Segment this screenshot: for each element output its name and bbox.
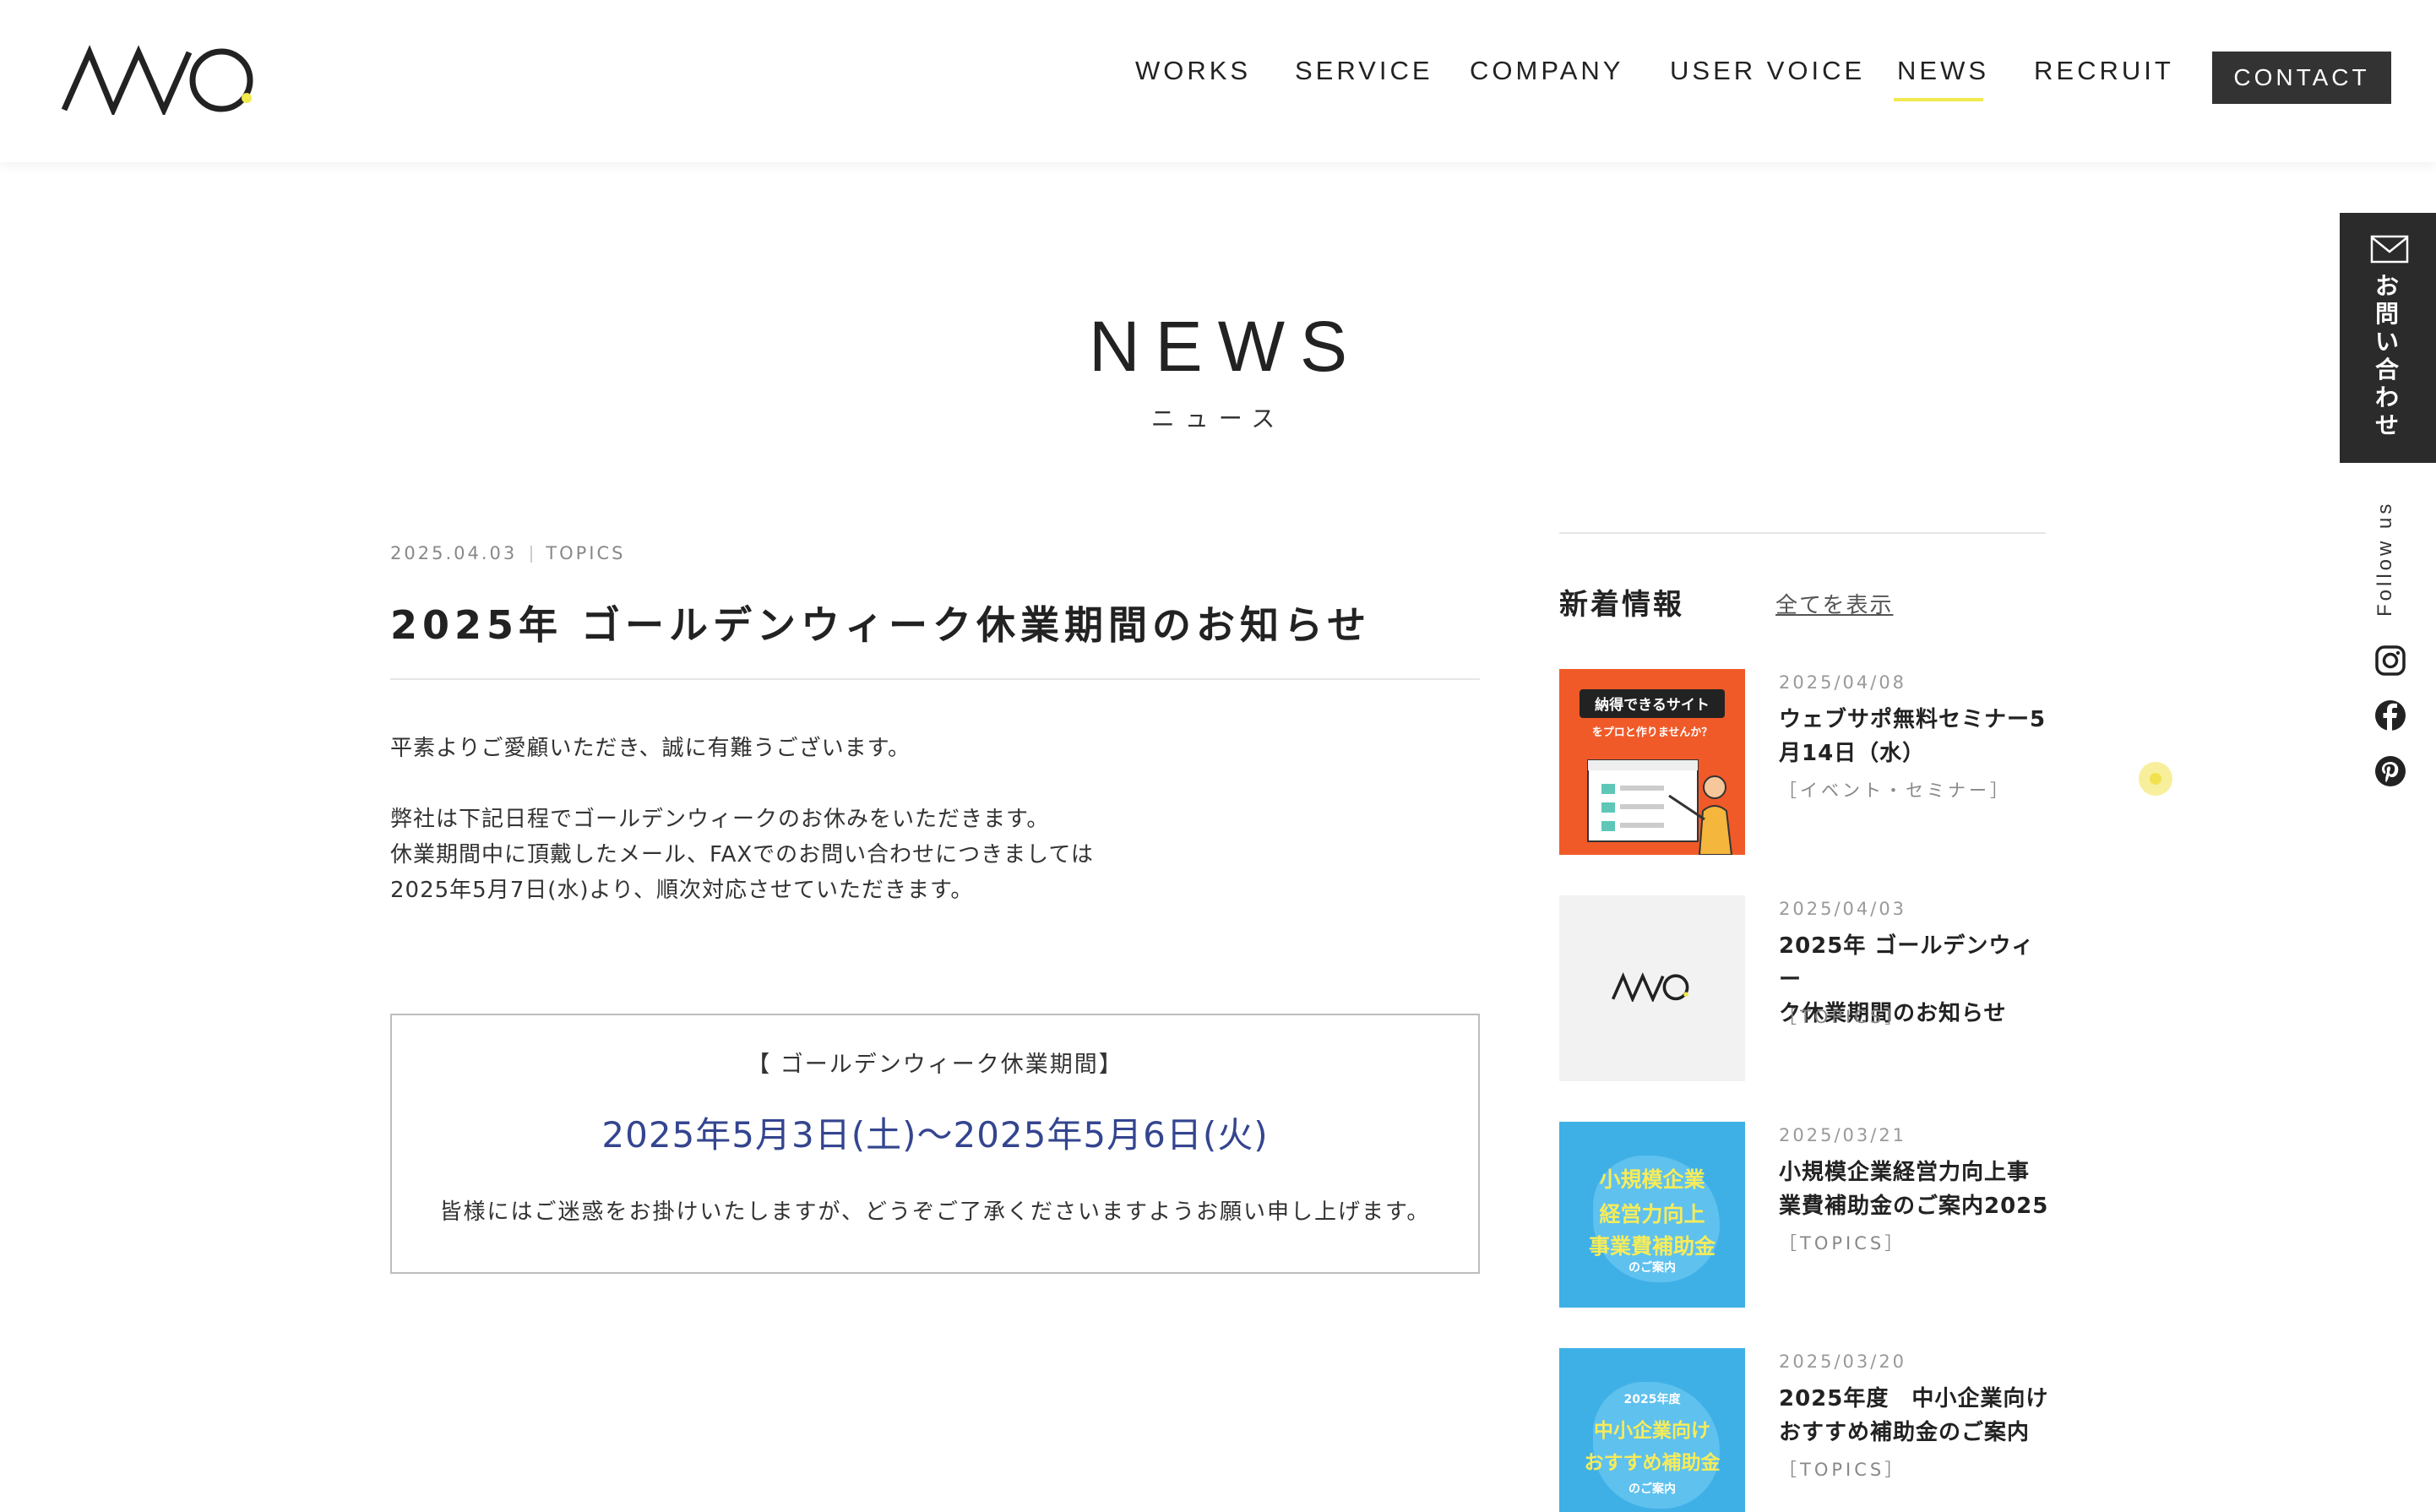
news-title-line: おすすめ補助金のご案内 — [1779, 1420, 2031, 1445]
notice-heading: 【 ゴールデンウィーク休業期間】 — [747, 1052, 1123, 1078]
seminar-illustration — [1587, 759, 1733, 855]
sidebar-heading: 新着情報 — [1559, 588, 1684, 622]
side-contact-char: お — [2374, 272, 2399, 300]
article-meta: 2025.04.03 TOPICS — [390, 543, 625, 563]
nav-recruit[interactable]: RECRUIT — [2034, 56, 2174, 86]
pinterest-icon[interactable] — [2374, 755, 2406, 787]
news-title-line: 小規模企業経営力向上事 — [1779, 1160, 2031, 1185]
thumb-text: のご案内 — [1629, 1261, 1676, 1275]
meta-divider — [530, 546, 533, 563]
notice-dates: 2025年5月3日(土)〜2025年5月6日(火) — [601, 1114, 1269, 1156]
news-title-line: 2025年度 中小企業向け — [1779, 1386, 2049, 1411]
thumb-text: 2025年度 — [1623, 1393, 1681, 1406]
page-subtitle: ニュース — [1150, 405, 1286, 432]
news-date: 2025/04/03 — [1779, 899, 1907, 919]
thumb-text: 経営力向上 — [1599, 1202, 1705, 1226]
article-date: 2025.04.03 — [390, 543, 518, 563]
nav-service[interactable]: SERVICE — [1295, 56, 1433, 86]
article-paragraph: 弊社は下記日程でゴールデンウィークのお休みをいただきます。 — [390, 807, 1050, 832]
news-category: ［TOPICS］ — [1779, 1460, 1906, 1480]
follow-us-label: Follow us — [2373, 500, 2396, 617]
notice-footer: 皆様にはご迷惑をお掛けいたしますが、どうぞご了承くださいますようお願い申し上げま… — [439, 1199, 1431, 1225]
contact-button[interactable]: CONTACT — [2212, 52, 2391, 104]
article-category[interactable]: TOPICS — [546, 543, 625, 563]
news-title[interactable]: ウェブサポ無料セミナー5 月14日（水） — [1779, 703, 2049, 770]
nav-user-voice[interactable]: USER VOICE — [1670, 56, 1865, 86]
site-header: WORKS SERVICE COMPANY USER VOICE NEWS RE… — [0, 0, 2436, 162]
news-thumbnail[interactable]: 小規模企業 経営力向上 事業費補助金 のご案内 — [1559, 1122, 1745, 1308]
news-thumbnail[interactable]: 納得できるサイト をプロと作りませんか？ — [1559, 669, 1745, 855]
thumb-text: 小規模企業 — [1599, 1167, 1705, 1192]
news-thumbnail[interactable]: 2025年度 中小企業向け おすすめ補助金 のご案内 — [1559, 1348, 1745, 1512]
news-date: 2025/03/20 — [1779, 1352, 1907, 1372]
news-category: ［TOPICS］ — [1779, 1233, 1906, 1254]
news-category: ［TOPICS］ — [1779, 1007, 1906, 1027]
news-date: 2025/03/21 — [1779, 1125, 1907, 1145]
sidebar-divider — [1559, 532, 2046, 534]
mail-icon — [2370, 235, 2409, 264]
article-divider — [390, 678, 1480, 680]
news-title-line: 業費補助金のご案内2025 — [1779, 1194, 2049, 1219]
thumb-text: おすすめ補助金 — [1584, 1452, 1721, 1474]
news-date: 2025/04/08 — [1779, 672, 1907, 693]
thumb-text: のご案内 — [1629, 1482, 1676, 1496]
site-logo — [1612, 972, 1689, 1002]
article-paragraph: 2025年5月7日(水)より、順次対応させていただきます。 — [390, 878, 974, 903]
article-paragraph: 休業期間中に頂戴したメール、FAXでのお問い合わせにつきましては — [390, 842, 1094, 867]
nav-works[interactable]: WORKS — [1135, 56, 1251, 86]
news-title-line: ウェブサポ無料セミナー5 — [1779, 707, 2047, 732]
news-title-line: 2025年 ゴールデンウィー — [1779, 933, 2035, 993]
thumb-text: 中小企業向け — [1594, 1420, 1710, 1442]
cursor-indicator — [2139, 762, 2172, 796]
news-category: ［イベント・セミナー］ — [1779, 780, 2011, 801]
news-thumbnail[interactable] — [1559, 895, 1745, 1081]
article-paragraph: 平素よりご愛顧いただき、誠に有難うございます。 — [390, 736, 911, 761]
news-title[interactable]: 2025年度 中小企業向け おすすめ補助金のご案内 — [1779, 1382, 2049, 1449]
instagram-icon[interactable] — [2374, 645, 2406, 677]
view-all-link[interactable]: 全てを表示 — [1775, 588, 1893, 619]
thumb-text: 事業費補助金 — [1588, 1234, 1716, 1259]
page-title: NEWS — [1089, 307, 1362, 386]
news-title[interactable]: 小規模企業経営力向上事 業費補助金のご案内2025 — [1779, 1156, 2049, 1223]
article-title: 2025年 ゴールデンウィーク休業期間のお知らせ — [390, 602, 1372, 648]
nav-company[interactable]: COMPANY — [1470, 56, 1623, 86]
holiday-notice-box: 【 ゴールデンウィーク休業期間】 2025年5月3日(土)〜2025年5月6日(… — [390, 1014, 1480, 1274]
nav-active-indicator — [1894, 98, 1983, 101]
news-title-line: 月14日（水） — [1779, 741, 1926, 766]
site-logo[interactable] — [61, 42, 264, 115]
facebook-icon[interactable] — [2374, 699, 2406, 732]
nav-news[interactable]: NEWS — [1897, 56, 1989, 86]
